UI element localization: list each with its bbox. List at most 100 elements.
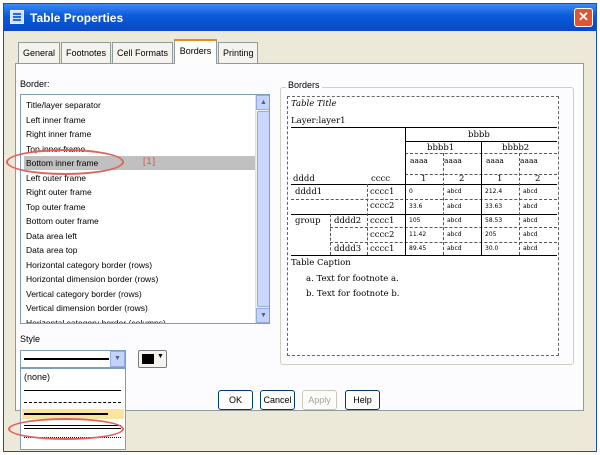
border-item[interactable]: Left inner frame: [24, 113, 256, 127]
row-label: cccc2: [370, 201, 395, 211]
table-icon: [10, 10, 24, 24]
table-rule: [291, 184, 557, 185]
border-item[interactable]: Title/layer separator: [24, 98, 256, 112]
row-label: cccc1: [370, 216, 395, 226]
table-rule: [291, 255, 557, 256]
border-item[interactable]: Top outer frame: [24, 200, 256, 214]
style-option-none[interactable]: (none): [24, 372, 50, 382]
row-label: group: [295, 216, 321, 226]
preview-group-label: Borders: [286, 80, 322, 90]
border-listbox[interactable]: Title/layer separator Left inner frame R…: [20, 94, 270, 324]
data-cell: abcd: [447, 245, 462, 252]
col-index: 2: [459, 174, 465, 184]
table-rule: [367, 184, 368, 255]
scroll-up-button[interactable]: ▲: [256, 95, 269, 110]
title-bar: Table Properties ✕: [4, 4, 596, 31]
table-rule: [405, 127, 406, 255]
tab-printing[interactable]: Printing: [218, 42, 258, 63]
data-cell: 89.45: [409, 245, 427, 252]
tab-general[interactable]: General: [18, 42, 60, 63]
cancel-button[interactable]: Cancel: [260, 390, 295, 410]
col-header-sub: aaaa: [444, 156, 462, 165]
border-item[interactable]: Horizontal dimension border (rows): [24, 272, 256, 286]
selected-marker: [1]: [143, 156, 157, 166]
table-preview: Table Title Layer:layer1 bbbb bbbb1 bbbb…: [287, 96, 559, 356]
tab-borders[interactable]: Borders: [174, 39, 217, 64]
data-cell: 33.6: [409, 203, 423, 210]
table-rule: [481, 141, 482, 255]
table-rule: [291, 127, 557, 128]
preview-table-title: Table Title: [291, 99, 337, 109]
data-cell: 205: [485, 231, 497, 238]
style-label: Style: [20, 334, 41, 344]
data-cell: 11.42: [409, 231, 427, 238]
data-cell: 0: [409, 188, 413, 195]
data-cell: 105: [409, 217, 421, 224]
data-cell: 58.53: [485, 217, 503, 224]
col-header-sub: aaaa: [486, 156, 504, 165]
chevron-down-icon: ▼: [157, 353, 164, 360]
row-label: dddd1: [295, 187, 323, 197]
tab-cell-formats[interactable]: Cell Formats: [112, 42, 173, 63]
ok-button[interactable]: OK: [218, 390, 253, 410]
data-cell: abcd: [447, 188, 462, 195]
data-cell: abcd: [523, 217, 538, 224]
style-dropdown[interactable]: ▼: [20, 350, 126, 368]
border-color-button[interactable]: ▼: [138, 350, 167, 368]
selected-style-line: [24, 358, 109, 360]
data-cell: 30.0: [485, 245, 499, 252]
border-item[interactable]: Right outer frame: [24, 185, 256, 199]
border-item[interactable]: Right inner frame: [24, 127, 256, 141]
table-rule: [519, 153, 520, 255]
col-header-sub: aaaa: [410, 156, 428, 165]
close-button[interactable]: ✕: [574, 8, 593, 27]
col-index: 2: [535, 174, 541, 184]
data-cell: 212.4: [485, 188, 503, 195]
dialog-title: Table Properties: [30, 11, 124, 25]
preview-footnote: a. Text for footnote a.: [306, 274, 399, 284]
row-label: dddd2: [334, 216, 362, 226]
preview-caption: Table Caption: [291, 258, 351, 268]
style-option-dashed[interactable]: [24, 402, 121, 403]
data-cell: abcd: [447, 217, 462, 224]
data-cell: abcd: [523, 203, 538, 210]
border-item[interactable]: Data area left: [24, 229, 256, 243]
thick-line: [24, 413, 108, 415]
col-header-group: bbbb2: [502, 143, 530, 153]
data-cell: abcd: [523, 231, 538, 238]
table-rule: [291, 199, 557, 200]
row-label: dddd3: [334, 244, 362, 254]
help-button[interactable]: Help: [345, 390, 380, 410]
tab-footnotes[interactable]: Footnotes: [61, 42, 111, 63]
border-item[interactable]: Bottom outer frame: [24, 214, 256, 228]
data-cell: abcd: [447, 203, 462, 210]
color-swatch: [142, 354, 154, 364]
table-rule: [443, 153, 444, 255]
border-list-scrollbar[interactable]: ▲ ▼: [255, 95, 269, 323]
col-index: 1: [421, 174, 427, 184]
data-cell: 33.63: [485, 203, 503, 210]
col-header-group: bbbb1: [427, 143, 455, 153]
scroll-thumb[interactable]: [257, 111, 269, 307]
border-item[interactable]: Data area top: [24, 243, 256, 257]
border-item[interactable]: Horizontal category border (columns): [24, 316, 256, 324]
apply-button[interactable]: Apply: [302, 390, 337, 410]
row-dim-header: dddd: [293, 174, 315, 184]
data-cell: abcd: [523, 245, 538, 252]
col-index: 1: [497, 174, 503, 184]
col-header-sub: aaaa: [520, 156, 538, 165]
scroll-down-button[interactable]: ▼: [256, 308, 269, 323]
border-item[interactable]: Horizontal category border (rows): [24, 258, 256, 272]
row-label: cccc1: [370, 187, 395, 197]
style-option-thin[interactable]: [24, 390, 121, 391]
preview-layer: Layer:layer1: [291, 116, 346, 126]
row-label: cccc2: [370, 230, 395, 240]
data-cell: abcd: [523, 188, 538, 195]
chevron-down-icon[interactable]: ▼: [110, 351, 125, 367]
border-item[interactable]: Vertical dimension border (rows): [24, 301, 256, 315]
data-cell: abcd: [447, 231, 462, 238]
border-item[interactable]: Vertical category border (rows): [24, 287, 256, 301]
row-cat-header: cccc: [371, 174, 391, 184]
highlight-ellipse: [8, 418, 124, 440]
preview-footnote: b. Text for footnote b.: [306, 289, 400, 299]
